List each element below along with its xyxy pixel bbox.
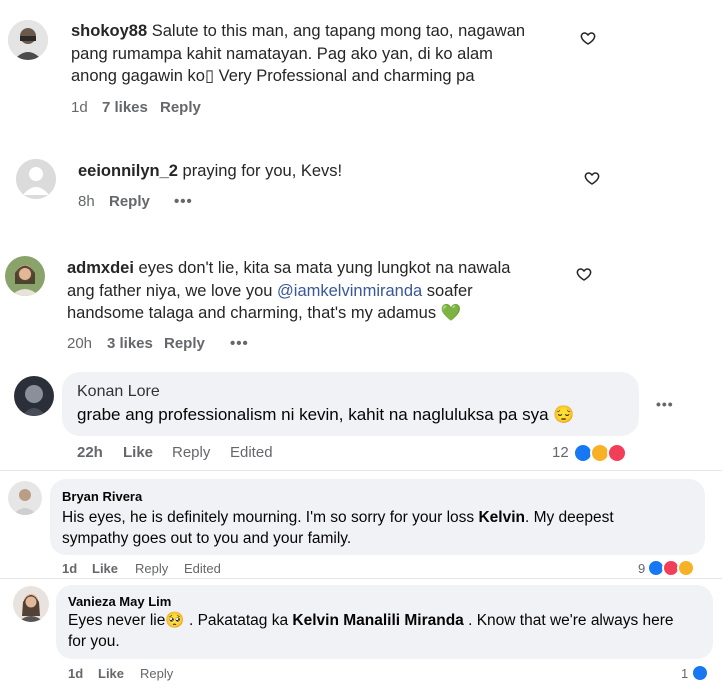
more-options-icon[interactable]: ••• — [230, 335, 249, 352]
comment-likes-count[interactable]: 7 likes — [102, 99, 148, 116]
avatar[interactable] — [13, 586, 49, 622]
comment-time: 22h — [77, 444, 103, 461]
comment-time: 8h — [78, 193, 95, 210]
comment-text-line: Eyes never lie — [68, 612, 166, 629]
pensive-emoji: 😔 — [553, 405, 575, 424]
comment-text-line: soafer — [422, 281, 473, 300]
comment-text: praying for you, Kevs! — [182, 162, 343, 180]
comment-text-line: . Pakatatag ka — [184, 612, 293, 629]
reply-button[interactable]: Reply — [172, 444, 210, 461]
comment-username[interactable]: admxdei — [67, 259, 134, 277]
avatar[interactable] — [8, 20, 48, 60]
comment-time: 1d — [68, 666, 84, 681]
like-button[interactable]: Like — [92, 561, 118, 576]
reaction-count[interactable]: 9 — [638, 561, 645, 576]
edited-label: Edited — [184, 561, 221, 576]
comment-text-line: for you. — [68, 633, 120, 650]
heart-icon[interactable] — [584, 170, 600, 186]
reply-button[interactable]: Reply — [164, 335, 205, 352]
comment-text: grabe ang professionalism ni kevin, kahi… — [77, 405, 549, 424]
reply-button[interactable]: Reply — [135, 561, 168, 576]
comment-time: 1d — [71, 99, 88, 116]
reaction-count[interactable]: 1 — [681, 666, 688, 681]
care-reaction-icon — [677, 559, 695, 577]
comment-text-line: Salute to this man, ang tapang mong tao,… — [151, 22, 526, 40]
avatar[interactable] — [5, 256, 45, 296]
comment-text-line: eyes don't lie, kita sa mata yung lungko… — [138, 259, 511, 277]
reaction-count[interactable]: 12 — [552, 444, 569, 461]
commenter-name[interactable]: Konan Lore — [77, 383, 160, 401]
more-options-icon[interactable]: ••• — [174, 193, 193, 210]
comment-text-line: handsome talaga and charming, that's my … — [67, 304, 437, 322]
pleading-emoji: 🥺 — [165, 612, 185, 629]
like-button[interactable]: Like — [98, 666, 124, 681]
like-button[interactable]: Like — [123, 444, 153, 461]
avatar[interactable] — [8, 481, 42, 515]
comment-text-line: pang rumampa kahit namatayan. Pag ako ya… — [71, 44, 493, 63]
heart-icon[interactable] — [576, 266, 592, 282]
mention-link[interactable]: @iamkelvinmiranda — [277, 282, 422, 300]
mention-link[interactable]: Kelvin — [478, 509, 525, 526]
divider — [0, 470, 722, 471]
comment-text-line: sympathy goes out to you and your family… — [62, 530, 352, 547]
comment-text-line: His eyes, he is definitely mourning. I'm… — [62, 509, 479, 526]
reply-button[interactable]: Reply — [140, 666, 173, 681]
avatar[interactable] — [14, 376, 54, 416]
comment-text-line: . Know that we're always here — [463, 612, 674, 629]
commenter-name[interactable]: Vanieza May Lim — [68, 594, 171, 609]
green-heart-emoji: 💚 — [440, 304, 462, 322]
avatar[interactable] — [16, 159, 56, 199]
comment-text-line: anong gagawin ko▯ Very Professional and … — [71, 67, 475, 85]
reply-button[interactable]: Reply — [109, 193, 150, 210]
comment-text-line: . My deepest — [524, 509, 614, 526]
like-reaction-icon — [691, 664, 709, 682]
heart-icon[interactable] — [580, 30, 596, 46]
commenter-name[interactable]: Bryan Rivera — [62, 489, 142, 504]
comment-username[interactable]: eeionnilyn_2 — [78, 162, 178, 180]
comment-text-line: ang father niya, we love you — [67, 281, 278, 300]
comment-likes-count[interactable]: 3 likes — [107, 335, 153, 352]
comment-username[interactable]: shokoy88 — [71, 22, 147, 40]
mention-link[interactable]: Kelvin Manalili Miranda — [292, 612, 463, 629]
more-options-icon[interactable]: ••• — [656, 396, 674, 412]
divider — [0, 578, 722, 579]
reply-button[interactable]: Reply — [160, 99, 201, 116]
comment-time: 1d — [62, 561, 78, 576]
love-reaction-icon — [607, 443, 627, 463]
comment-time: 20h — [67, 335, 93, 352]
edited-label: Edited — [230, 444, 273, 461]
